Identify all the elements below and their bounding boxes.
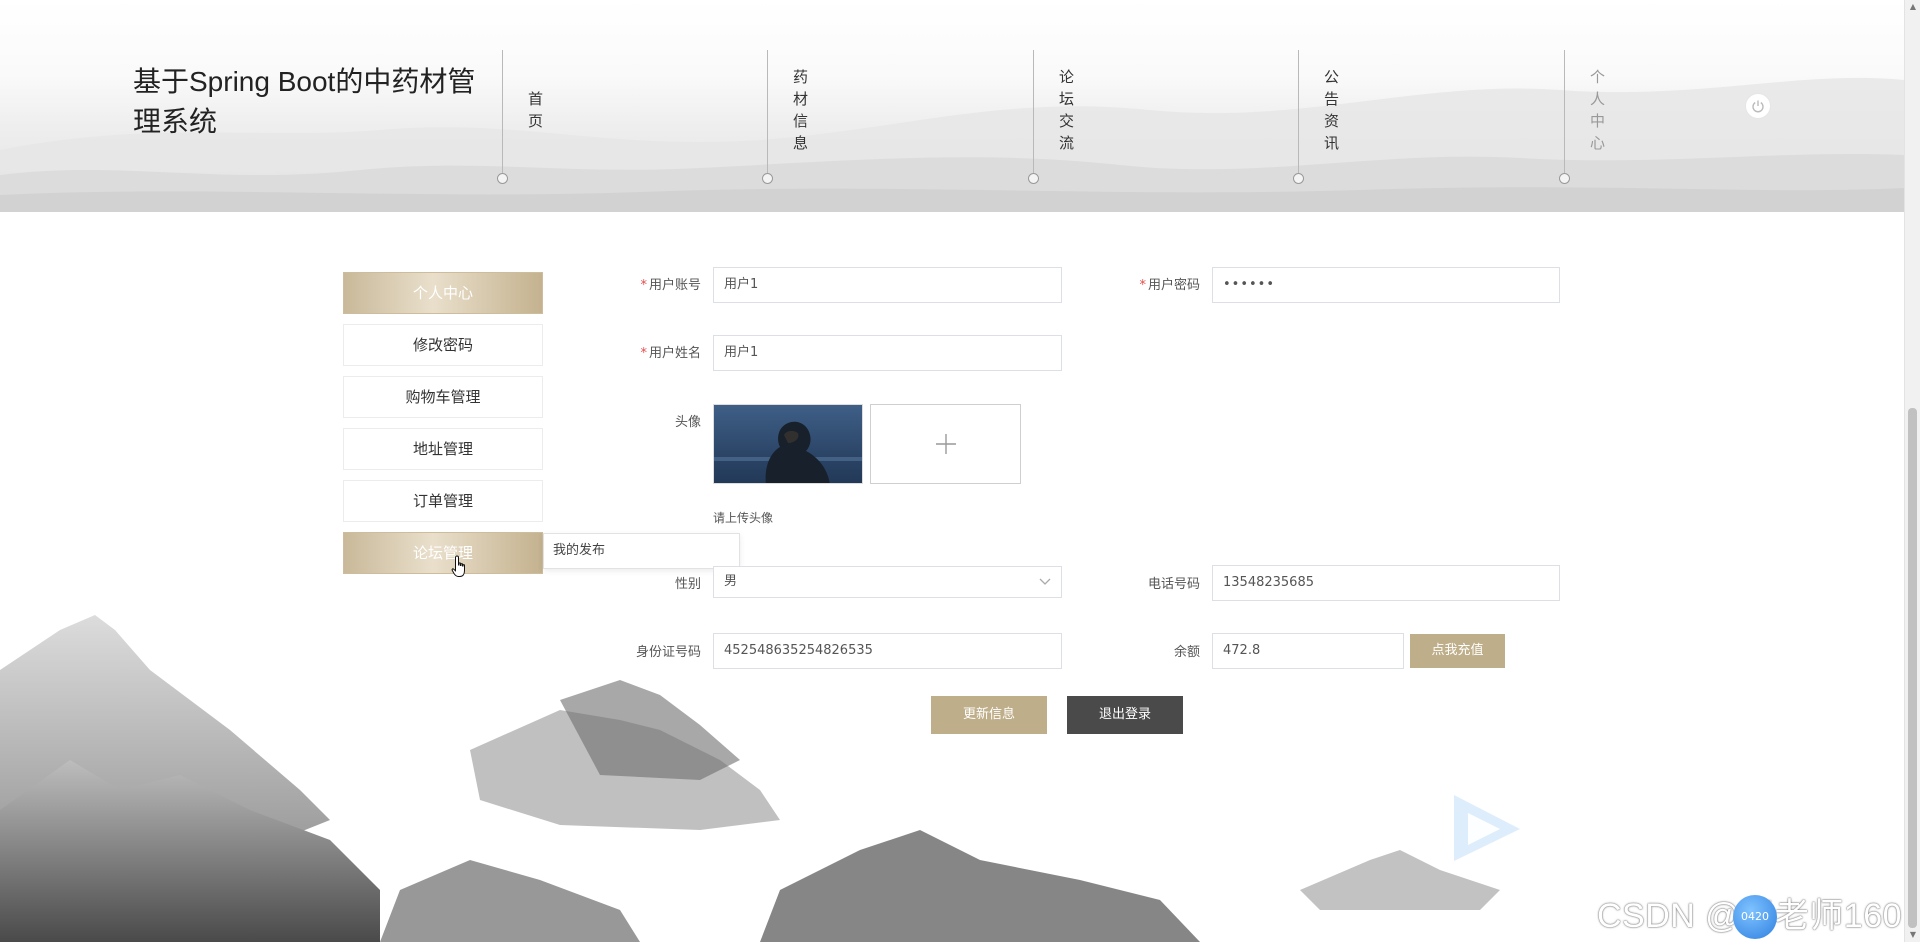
sidebar-item-forum[interactable]: 论坛管理 bbox=[343, 532, 543, 574]
id-number-label: 身份证号码 bbox=[635, 645, 701, 660]
sidebar-item-orders[interactable]: 订单管理 bbox=[343, 480, 543, 522]
nav-divider bbox=[1033, 50, 1034, 174]
floating-badge[interactable]: 0420 bbox=[1733, 895, 1777, 939]
nav-dot bbox=[1293, 173, 1304, 184]
site-title: 基于Spring Boot的中药材管理系统 bbox=[133, 66, 476, 137]
nav-divider bbox=[767, 50, 768, 174]
name-label: * 用户姓名 bbox=[640, 346, 701, 361]
phone-input[interactable]: 13548235685 bbox=[1212, 565, 1560, 601]
logout-button[interactable]: 退出登录 bbox=[1067, 696, 1183, 734]
nav-forum-label: 论坛交流 bbox=[1059, 68, 1075, 152]
nav-personal-center-label: 个人中心 bbox=[1590, 68, 1606, 152]
nav-home-label: 首页 bbox=[528, 90, 544, 130]
avatar-upload-button[interactable] bbox=[870, 404, 1021, 484]
ink-mountain-background bbox=[0, 615, 1500, 942]
nav-forum[interactable]: 论坛交流 bbox=[1028, 50, 1093, 190]
sidebar-item-address[interactable]: 地址管理 bbox=[343, 428, 543, 470]
avatar-hint: 请上传头像 bbox=[713, 511, 774, 525]
scroll-thumb[interactable] bbox=[1908, 408, 1917, 928]
phone-label: 电话号码 bbox=[1147, 577, 1200, 592]
username-label: * 用户账号 bbox=[640, 278, 701, 293]
scroll-up-icon[interactable]: ▲ bbox=[1908, 2, 1918, 12]
sidebar-item-change-password[interactable]: 修改密码 bbox=[343, 324, 543, 366]
avatar-label: 头像 bbox=[674, 415, 701, 430]
nav-home[interactable]: 首页 bbox=[497, 50, 562, 190]
nav-herbs-label: 药材信息 bbox=[793, 68, 809, 152]
site-header: 基于Spring Boot的中药材管理系统 首页 药材信息 论坛交流 公告资讯 … bbox=[0, 0, 1904, 212]
password-label: * 用户密码 bbox=[1139, 278, 1200, 293]
nav-dot bbox=[497, 173, 508, 184]
nav-news[interactable]: 公告资讯 bbox=[1293, 50, 1358, 190]
password-input[interactable]: •••••• bbox=[1212, 267, 1560, 303]
gender-label: 性别 bbox=[674, 577, 701, 592]
gender-select[interactable]: 男 bbox=[713, 566, 1062, 598]
avatar-photo bbox=[714, 405, 862, 483]
nav-news-label: 公告资讯 bbox=[1324, 68, 1340, 152]
nav-divider bbox=[502, 50, 503, 174]
power-icon bbox=[1752, 100, 1764, 113]
nav-personal-center[interactable]: 个人中心 bbox=[1559, 50, 1624, 190]
nav-divider bbox=[1564, 50, 1565, 174]
nav-divider bbox=[1298, 50, 1299, 174]
nav-dot bbox=[762, 173, 773, 184]
balance-input[interactable]: 472.8 bbox=[1212, 633, 1404, 669]
id-number-input[interactable]: 452548635254826535 bbox=[713, 633, 1062, 669]
balance-label: 余额 bbox=[1173, 645, 1200, 660]
play-logo-icon bbox=[1454, 795, 1520, 861]
scroll-down-icon[interactable]: ▼ bbox=[1908, 930, 1918, 940]
name-input[interactable]: 用户1 bbox=[713, 335, 1062, 371]
gender-select-value: 男 bbox=[724, 574, 738, 589]
logout-power-button[interactable] bbox=[1745, 93, 1771, 119]
nav-herbs[interactable]: 药材信息 bbox=[762, 50, 827, 190]
hand-cursor-icon bbox=[451, 555, 465, 577]
sidebar-item-personal-center[interactable]: 个人中心 bbox=[343, 272, 543, 314]
nav-dot bbox=[1559, 173, 1570, 184]
update-info-button[interactable]: 更新信息 bbox=[931, 696, 1047, 734]
nav-dot bbox=[1028, 173, 1039, 184]
page-scrollbar[interactable]: ▲ ▼ bbox=[1904, 0, 1920, 942]
avatar-image[interactable] bbox=[713, 404, 863, 484]
username-input[interactable]: 用户1 bbox=[713, 267, 1062, 303]
chevron-down-icon bbox=[1039, 578, 1051, 585]
submenu-my-posts[interactable]: 我的发布 bbox=[543, 533, 740, 569]
recharge-button[interactable]: 点我充值 bbox=[1410, 634, 1505, 668]
sidebar-item-cart[interactable]: 购物车管理 bbox=[343, 376, 543, 418]
plus-icon bbox=[935, 434, 956, 454]
